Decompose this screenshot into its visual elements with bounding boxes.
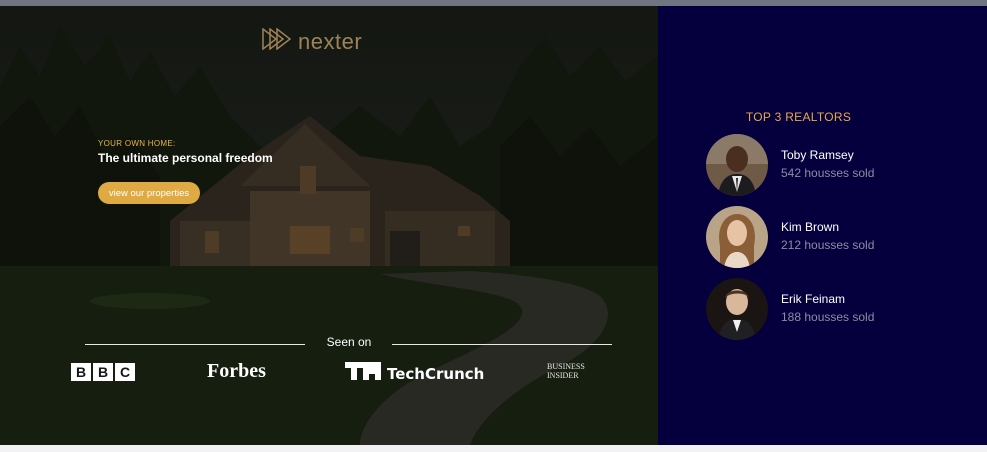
realtor-name: Kim Brown <box>781 220 840 234</box>
view-properties-button[interactable]: view our properties <box>98 182 200 204</box>
realtors-title: TOP 3 REALTORS <box>745 110 852 124</box>
bottom-strip <box>0 445 987 452</box>
realtor-sold: 188 housses sold <box>781 310 875 324</box>
bbc-letter: B <box>93 363 113 381</box>
realtor-item[interactable]: Toby Ramsey 542 housses sold <box>706 134 966 196</box>
business-insider-logo: BUSINESS INSIDER <box>547 362 585 380</box>
play-triangles-icon <box>262 27 292 55</box>
avatar[interactable] <box>706 134 768 196</box>
realtor-sold: 212 housses sold <box>781 238 875 252</box>
avatar[interactable] <box>706 278 768 340</box>
seen-on-label: Seen on <box>326 335 372 349</box>
avatar[interactable] <box>706 206 768 268</box>
realtor-item[interactable]: Erik Feinam 188 housses sold <box>706 278 966 340</box>
hero-section: nexter YOUR OWN HOME: The ultimate perso… <box>0 6 658 445</box>
logo-text: nexter <box>298 28 363 54</box>
realtor-item[interactable]: Kim Brown 212 housses sold <box>706 206 966 268</box>
realtor-sold: 542 housses sold <box>781 166 875 180</box>
realtor-name: Erik Feinam <box>781 292 846 306</box>
forbes-logo: Forbes <box>207 360 266 382</box>
techcrunch-wordmark: TechCrunch <box>387 364 485 383</box>
realtor-name: Toby Ramsey <box>781 148 854 162</box>
hero-headline: The ultimate personal freedom <box>98 151 273 165</box>
brand-logo[interactable]: nexter <box>262 27 363 55</box>
seen-on-divider-right <box>392 344 612 345</box>
bbc-letter: B <box>71 363 91 381</box>
seen-on-divider-left <box>85 344 305 345</box>
bbc-logo: B B C <box>71 363 135 381</box>
hero-tagline: YOUR OWN HOME: <box>98 139 176 148</box>
realtors-panel: TOP 3 REALTORS Toby Ramsey 542 housses s… <box>658 6 987 445</box>
bbc-letter: C <box>115 363 135 381</box>
techcrunch-mark-icon <box>345 362 381 385</box>
techcrunch-logo: TechCrunch <box>345 362 484 385</box>
